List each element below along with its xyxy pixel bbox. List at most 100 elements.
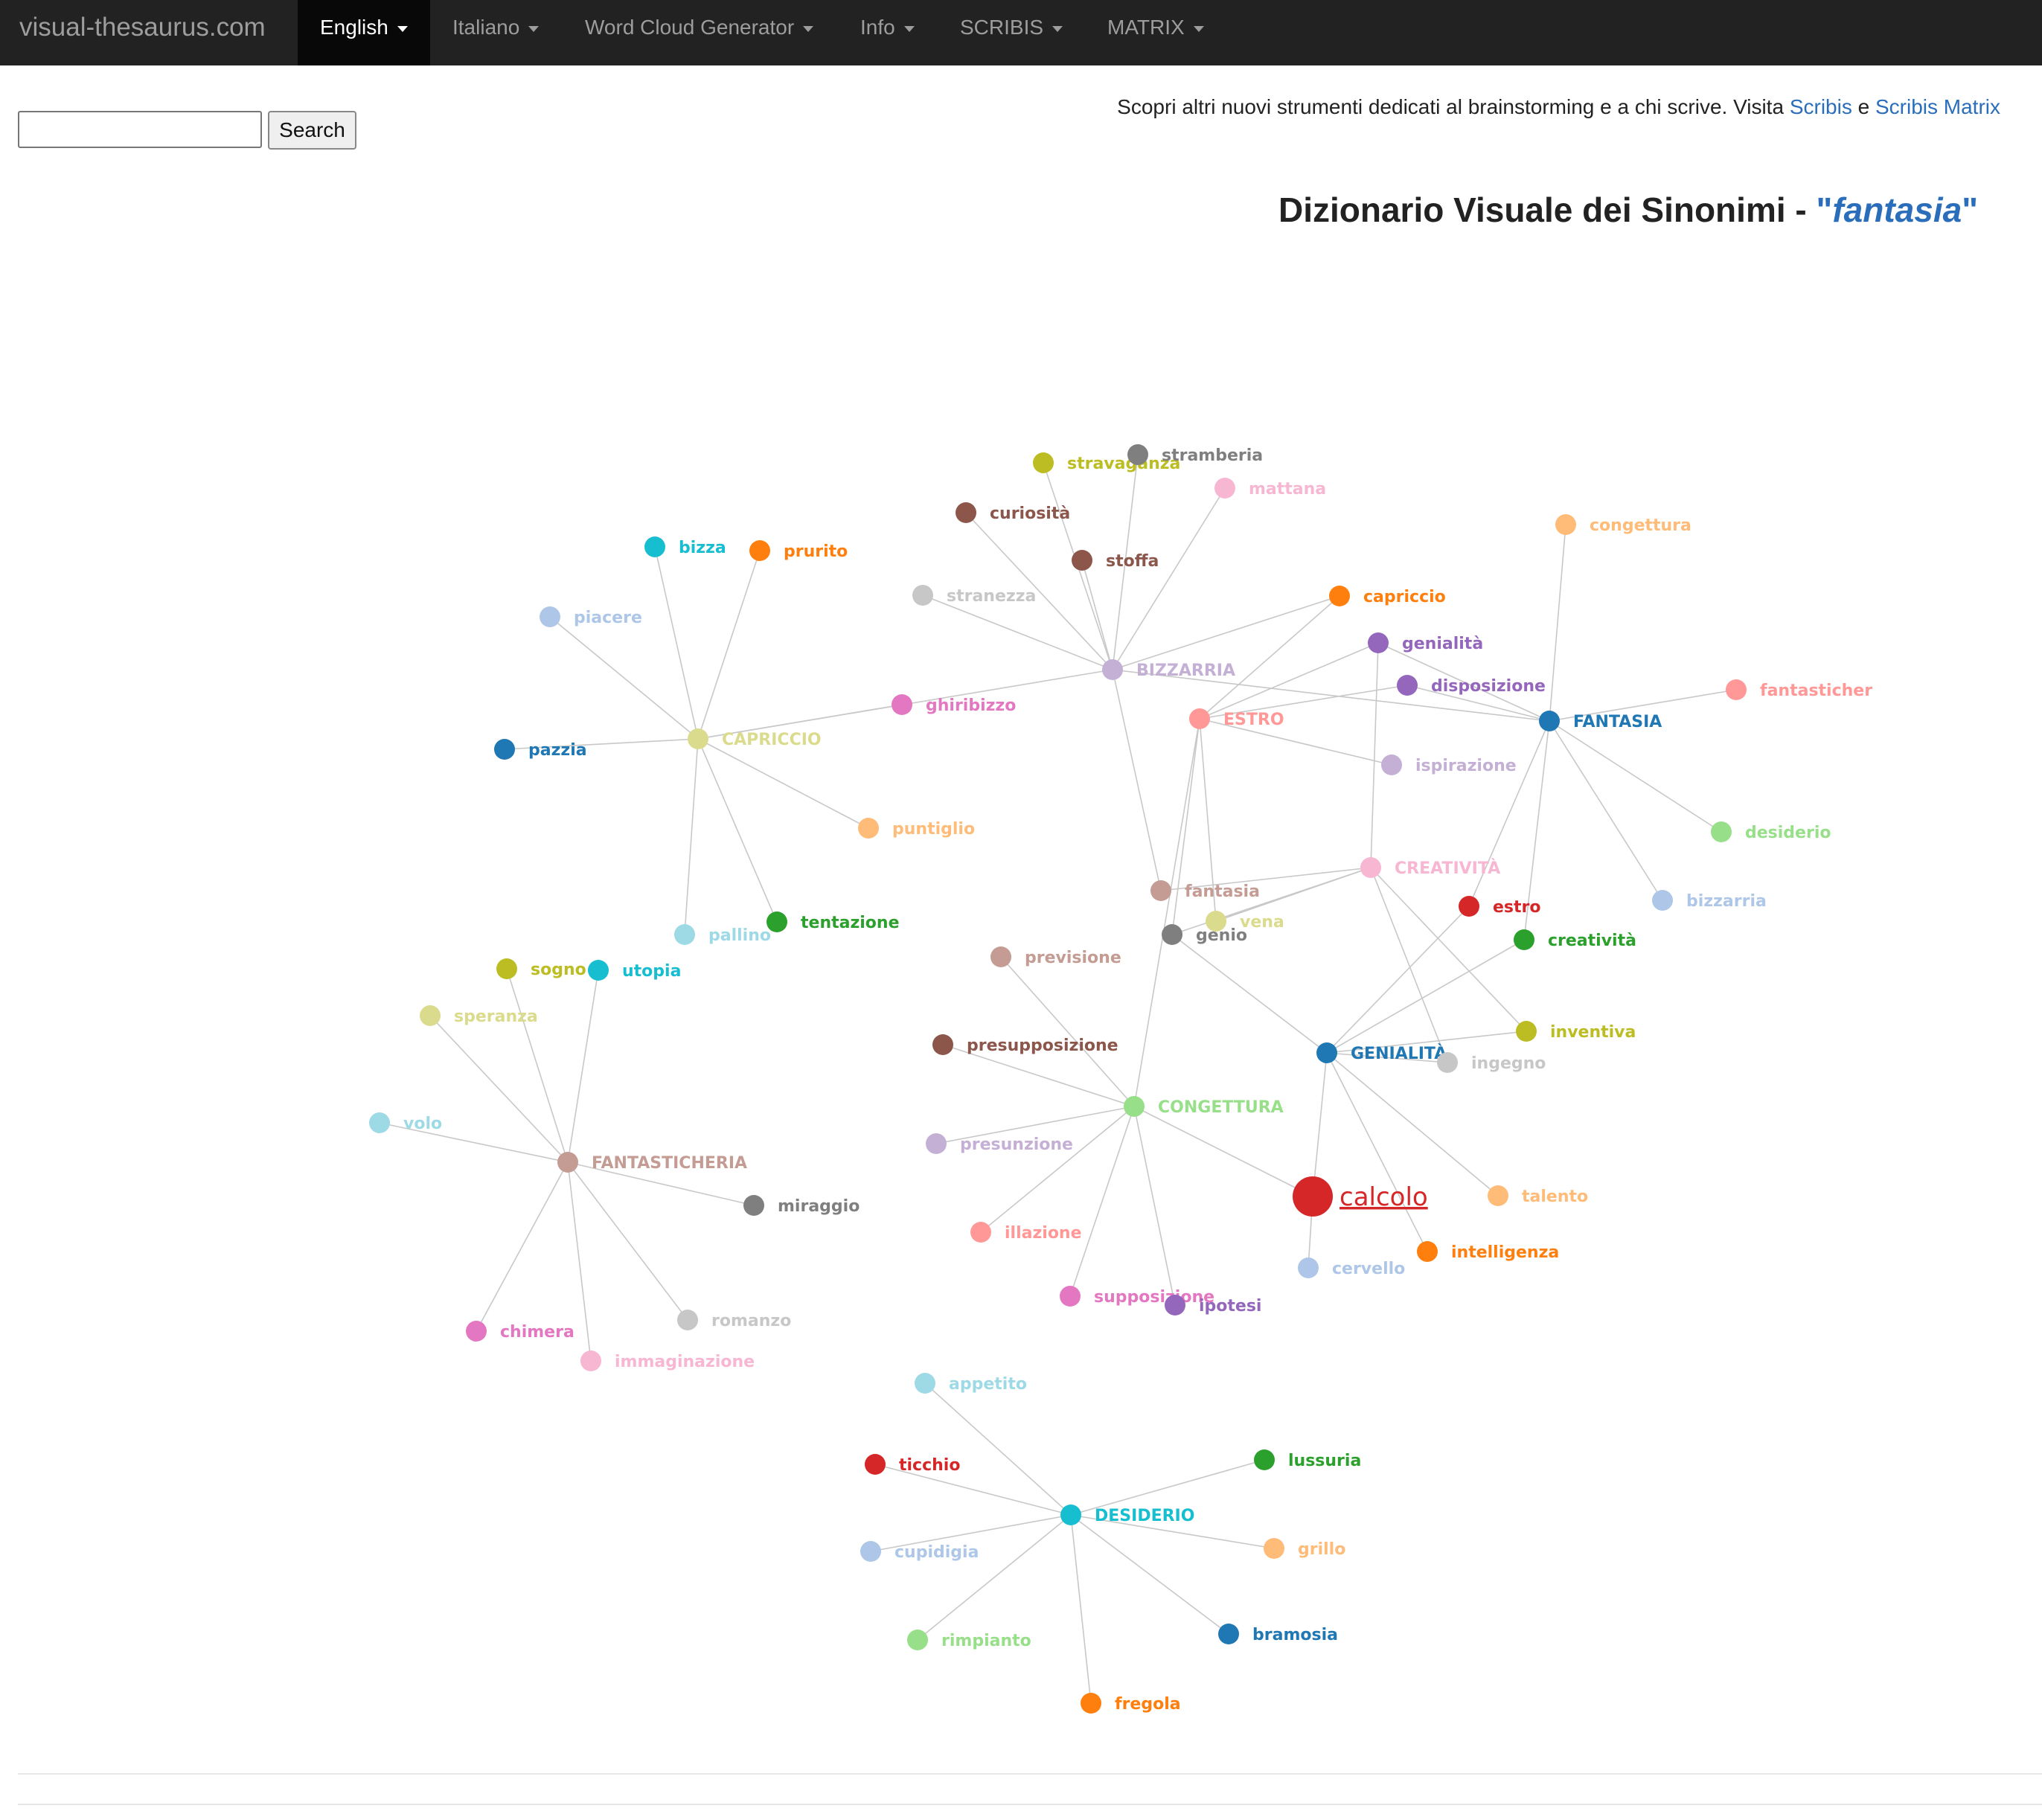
graph-node-dot[interactable] (1081, 1693, 1101, 1714)
graph-node-label[interactable]: bramosia (1252, 1626, 1338, 1644)
graph-node-dot[interactable] (1488, 1185, 1508, 1206)
graph-node-label[interactable]: FANTASTICHERIA (592, 1154, 747, 1173)
graph-node-label[interactable]: fregola (1115, 1695, 1181, 1714)
graph-node-dot[interactable] (1360, 857, 1381, 878)
graph-node-label[interactable]: cervello (1332, 1260, 1405, 1278)
graph-node-label[interactable]: genio (1196, 926, 1247, 945)
graph-node-bizzarria[interactable]: bizzarria (1652, 890, 1767, 911)
graph-node-label[interactable]: utopia (622, 962, 681, 981)
graph-node-prurito[interactable]: prurito (749, 540, 848, 561)
graph-node-label[interactable]: puntiglio (892, 820, 975, 839)
graph-node-supposizione[interactable]: supposizione (1060, 1286, 1214, 1307)
graph-node-label[interactable]: inventiva (1550, 1023, 1636, 1042)
graph-node-fantasia[interactable]: fantasia (1150, 880, 1260, 901)
graph-node-dot[interactable] (1459, 896, 1479, 917)
graph-node-dot[interactable] (860, 1541, 881, 1562)
graph-node-capriccio[interactable]: capriccio (1329, 586, 1446, 606)
graph-node-dot[interactable] (1102, 659, 1123, 680)
graph-node-label[interactable]: tentazione (801, 914, 900, 932)
graph-node-dot[interactable] (688, 728, 708, 749)
graph-node-dot[interactable] (1298, 1257, 1319, 1278)
graph-node-stoffa[interactable]: stoffa (1072, 550, 1159, 571)
graph-node-ispirazione[interactable]: ispirazione (1381, 754, 1517, 775)
graph-node-dot[interactable] (1214, 478, 1235, 499)
graph-node-ticchio[interactable]: ticchio (865, 1454, 960, 1475)
graph-node-appetito[interactable]: appetito (915, 1373, 1027, 1394)
graph-node-label[interactable]: BIZZARRIA (1136, 661, 1235, 680)
graph-node-pazzia[interactable]: pazzia (494, 739, 587, 760)
graph-node-label[interactable]: ingegno (1471, 1054, 1546, 1073)
graph-node-dot[interactable] (1417, 1241, 1438, 1262)
graph-node-label[interactable]: calcolo (1340, 1182, 1428, 1212)
nav-italiano[interactable]: Italiano (430, 0, 561, 65)
graph-node-dot[interactable] (907, 1630, 928, 1650)
graph-node-dot[interactable] (644, 536, 665, 557)
nav-scribis[interactable]: SCRIBIS (938, 0, 1085, 65)
graph-node-label[interactable]: cupidigia (894, 1543, 979, 1562)
graph-node-dot[interactable] (496, 958, 517, 979)
graph-node-dot[interactable] (540, 606, 560, 627)
graph-node-dot[interactable] (1329, 586, 1350, 606)
graph-node-miraggio[interactable]: miraggio (743, 1195, 860, 1216)
graph-node-label[interactable]: ticchio (899, 1456, 960, 1475)
graph-node-label[interactable]: congettura (1590, 516, 1691, 535)
graph-node-presupposizione[interactable]: presupposizione (932, 1034, 1118, 1055)
graph-node-dot[interactable] (915, 1373, 935, 1394)
graph-node-lussuria[interactable]: lussuria (1254, 1449, 1361, 1470)
graph-node-creativita[interactable]: creatività (1514, 929, 1636, 950)
graph-node-dot[interactable] (926, 1133, 947, 1154)
graph-node-label[interactable]: bizzarria (1686, 892, 1767, 911)
graph-node-label[interactable]: estro (1493, 898, 1541, 917)
graph-node-dot[interactable] (420, 1005, 441, 1026)
graph-node-dot[interactable] (369, 1112, 390, 1133)
graph-node-bizzarria[interactable]: BIZZARRIA (1102, 659, 1235, 680)
brand-link[interactable]: visual-thesaurus.com (19, 0, 266, 65)
graph-node-label[interactable]: intelligenza (1451, 1243, 1559, 1262)
graph-node-fregola[interactable]: fregola (1081, 1693, 1181, 1714)
graph-node-puntiglio[interactable]: puntiglio (858, 818, 975, 839)
graph-node-dot[interactable] (580, 1350, 601, 1371)
graph-node-label[interactable]: DESIDERIO (1095, 1507, 1194, 1525)
graph-node-genialita[interactable]: genialità (1368, 632, 1483, 653)
graph-node-fantasia[interactable]: FANTASIA (1539, 711, 1662, 731)
graph-node-immaginazione[interactable]: immaginazione (580, 1350, 755, 1371)
graph-node-label[interactable]: FANTASIA (1573, 713, 1662, 731)
graph-node-label[interactable]: stoffa (1106, 552, 1159, 571)
graph-node-dot[interactable] (1293, 1176, 1333, 1217)
graph-node-label[interactable]: appetito (949, 1375, 1027, 1394)
graph-node-dot[interactable] (956, 502, 976, 523)
graph-node-creativita[interactable]: CREATIVITÀ (1360, 857, 1500, 878)
graph-node-curiosita[interactable]: curiosità (956, 502, 1070, 523)
graph-node-mattana[interactable]: mattana (1214, 478, 1326, 499)
graph-node-romanzo[interactable]: romanzo (677, 1310, 791, 1330)
graph-node-label[interactable]: speranza (454, 1007, 538, 1026)
graph-node-presunzione[interactable]: presunzione (926, 1133, 1073, 1154)
graph-node-label[interactable]: pazzia (528, 741, 587, 760)
graph-node-dot[interactable] (1368, 632, 1389, 653)
graph-node-dot[interactable] (1397, 675, 1418, 696)
nav-matrix[interactable]: MATRIX (1085, 0, 1226, 65)
graph-node-tentazione[interactable]: tentazione (766, 911, 900, 932)
graph-node-speranza[interactable]: speranza (420, 1005, 538, 1026)
graph-node-label[interactable]: grillo (1298, 1540, 1345, 1559)
graph-node-intelligenza[interactable]: intelligenza (1417, 1241, 1559, 1262)
graph-node-dot[interactable] (858, 818, 879, 839)
scribis-matrix-link[interactable]: Scribis Matrix (1875, 95, 2000, 118)
nav-info[interactable]: Info (838, 0, 937, 65)
graph-node-dot[interactable] (466, 1321, 487, 1342)
graph-node-label[interactable]: volo (403, 1115, 442, 1133)
graph-node-genio[interactable]: genio (1162, 924, 1247, 945)
graph-node-label[interactable]: CAPRICCIO (722, 731, 822, 749)
graph-node-dot[interactable] (1264, 1538, 1284, 1559)
graph-node-dot[interactable] (557, 1152, 578, 1173)
graph-node-calcolo[interactable]: calcolo (1293, 1176, 1428, 1217)
graph-node-desiderio[interactable]: desiderio (1711, 821, 1831, 842)
graph-node-volo[interactable]: volo (369, 1112, 442, 1133)
graph-node-label[interactable]: genialità (1402, 635, 1483, 653)
graph-node-label[interactable]: ESTRO (1223, 711, 1284, 729)
graph-node-label[interactable]: capriccio (1363, 588, 1446, 606)
graph-node-congettura[interactable]: congettura (1555, 514, 1691, 535)
graph-node-label[interactable]: miraggio (778, 1197, 860, 1216)
graph-node-label[interactable]: CREATIVITÀ (1395, 859, 1500, 878)
graph-node-label[interactable]: supposizione (1094, 1288, 1214, 1307)
